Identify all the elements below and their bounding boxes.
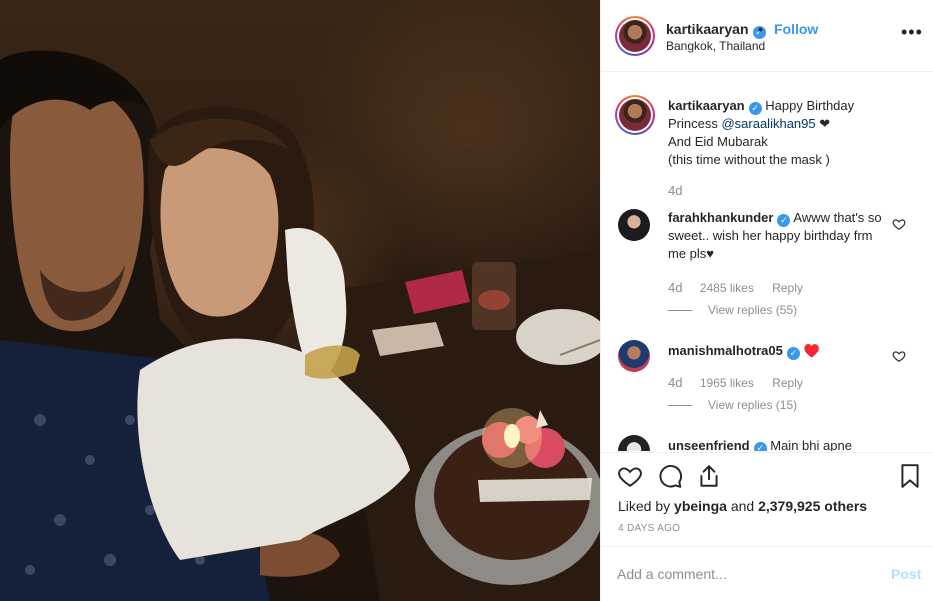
caption-text-3: ❤: [815, 116, 831, 131]
comment-username[interactable]: manishmalhotra05: [668, 343, 783, 358]
comment-like-heart-icon[interactable]: [892, 217, 906, 231]
caption-text-5: (this time without the mask ): [668, 152, 830, 167]
share-icon[interactable]: [696, 463, 722, 489]
post-photo[interactable]: [0, 0, 600, 601]
comment-icon[interactable]: [657, 463, 683, 489]
caption-text-1: Happy Birthday: [765, 98, 855, 113]
view-replies-button[interactable]: View replies (15): [668, 398, 797, 412]
liked-by-count[interactable]: 2,379,925 others: [758, 498, 867, 514]
comment-likes[interactable]: 2485 likes: [700, 281, 754, 295]
comment-time[interactable]: 4d: [668, 280, 682, 295]
post-date[interactable]: 4 DAYS AGO: [618, 523, 680, 534]
replies-divider: [668, 405, 692, 407]
separator-dot: •: [758, 21, 763, 37]
caption-avatar[interactable]: [615, 95, 655, 135]
verified-badge-icon: ✓: [777, 214, 791, 227]
comment-text: ♥️: [803, 343, 820, 358]
comment-username[interactable]: unseenfriend: [668, 438, 750, 451]
follow-button[interactable]: Follow: [774, 21, 818, 37]
post-username[interactable]: kartikaaryan: [666, 21, 749, 37]
verified-badge-icon: ✓: [753, 442, 767, 451]
heart-icon[interactable]: [617, 463, 643, 489]
view-replies-label: View replies (15): [708, 398, 798, 412]
comment-reply-button[interactable]: Reply: [772, 281, 803, 295]
photo-illustration: [0, 50, 600, 601]
comment-text: Main bhi apne: [770, 438, 852, 451]
add-comment-input[interactable]: [617, 564, 867, 584]
view-replies-button[interactable]: View replies (55): [668, 303, 797, 317]
post-actions: Liked by ybeinga and 2,379,925 others 4 …: [601, 452, 933, 546]
view-replies-label: View replies (55): [708, 303, 798, 317]
avatar[interactable]: [615, 16, 655, 56]
caption-username[interactable]: kartikaaryan: [668, 98, 745, 113]
comment-time[interactable]: 4d: [668, 375, 682, 390]
comment-avatar[interactable]: [618, 435, 650, 451]
caption-time[interactable]: 4d: [668, 183, 682, 198]
comment-avatar[interactable]: [618, 209, 650, 241]
comment-username[interactable]: farahkhankunder: [668, 210, 773, 225]
replies-divider: [668, 310, 692, 312]
caption-text-4: And Eid Mubarak: [668, 134, 768, 149]
cake-plaque: [478, 478, 592, 502]
verified-badge-icon: ✓: [748, 102, 762, 115]
comment-like-heart-icon[interactable]: [892, 349, 906, 363]
candle-flame: [504, 424, 520, 448]
caption-mention[interactable]: @saraalikhan95: [721, 116, 815, 131]
comments-list[interactable]: kartikaaryan ✓ Happy Birthday Princess @s…: [601, 73, 933, 451]
post-detail-panel: kartikaaryan ✓ • Follow Bangkok, Thailand…: [600, 0, 933, 601]
liked-by-prefix: Liked by: [618, 498, 675, 514]
caption-text-2: Princess: [668, 116, 722, 131]
post-header: kartikaaryan ✓ • Follow Bangkok, Thailand…: [601, 0, 933, 72]
liked-by-user[interactable]: ybeinga: [674, 498, 727, 514]
verified-badge-icon: ✓: [786, 347, 800, 360]
post-comment-button[interactable]: Post: [891, 566, 921, 582]
liked-by-middle: and: [726, 498, 759, 514]
more-horizontal-icon[interactable]: •••: [901, 23, 923, 41]
comment-likes[interactable]: 1965 likes: [700, 376, 754, 390]
woman-face: [160, 148, 279, 317]
comment-avatar[interactable]: [618, 340, 650, 372]
liked-by: Liked by ybeinga and 2,379,925 others: [618, 498, 867, 514]
post-location[interactable]: Bangkok, Thailand: [666, 39, 765, 53]
bookmark-icon[interactable]: [897, 463, 923, 489]
comment-reply-button[interactable]: Reply: [772, 376, 803, 390]
add-comment-bar: Post: [601, 546, 933, 601]
